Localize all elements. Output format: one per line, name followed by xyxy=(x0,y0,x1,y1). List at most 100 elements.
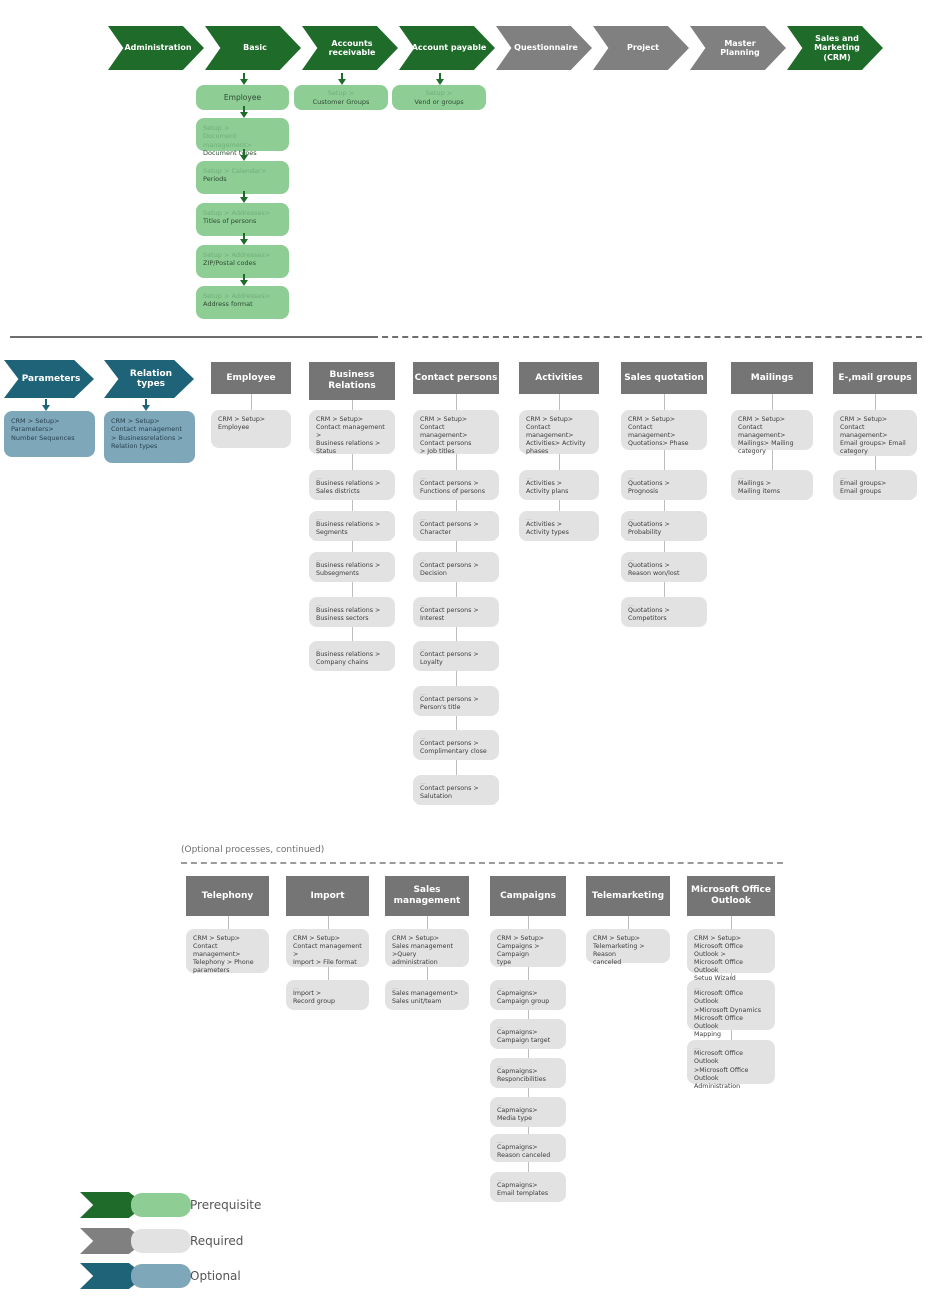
section3-connector-4-1 xyxy=(528,916,529,929)
account-payable-box[interactable]: Setup > Vend or groups xyxy=(392,85,486,110)
section2-box-5-3[interactable]: ... Quotations > Probability xyxy=(621,511,707,541)
basic-box-4[interactable]: Setup > Addresses> Titles of persons xyxy=(196,203,289,236)
section3-col-header-5[interactable]: Telemarketing xyxy=(586,876,670,916)
section2-box-7-1[interactable]: CRM > Setup> Contact management> Email gro… xyxy=(833,410,917,456)
section2-col-title-6: Mailings xyxy=(750,372,794,383)
section2-chevron-box-2[interactable]: CRM > Setup> Contact management > Business… xyxy=(104,411,195,463)
section2-box-6-2[interactable]: ... Mailings > Mailing items xyxy=(731,470,813,500)
section2-box-2-6[interactable]: ... Business relations > Company chains xyxy=(309,641,395,671)
section2-box-3-8[interactable]: ... Contact persons > Complimentary close xyxy=(413,730,499,760)
basic-box-2[interactable]: Setup > Document management> Document type… xyxy=(196,118,289,157)
accounts-receivable-box[interactable]: Setup > Customer Groups xyxy=(294,85,388,110)
section2-chevron-1[interactable]: Parameters xyxy=(4,360,94,398)
section2-box-2-5[interactable]: ... Business relations > Business sectors xyxy=(309,597,395,627)
section2-connector-2-4 xyxy=(352,541,353,552)
section3-box-1-1[interactable]: CRM > Setup> Contact management> Telephony… xyxy=(186,929,269,975)
section3-box-4-6[interactable]: ... Capmaigns> Reason canceled xyxy=(490,1134,566,1162)
section2-connector-3-9 xyxy=(456,760,457,775)
section2-col-header-3[interactable]: Contact persons xyxy=(413,362,499,394)
top-chevron-4[interactable]: Account payable xyxy=(399,26,495,70)
section2-col-header-2[interactable]: Business Relations xyxy=(309,362,395,400)
section3-box-4-5[interactable]: ... Capmaigns> Media type xyxy=(490,1097,566,1127)
top-chevron-3[interactable]: Accounts receivable xyxy=(302,26,398,70)
legend-box-1 xyxy=(131,1193,191,1217)
section3-connector-2-1 xyxy=(327,916,329,929)
section2-box-3-1[interactable]: CRM > Setup> Contact management> Contact p… xyxy=(413,410,499,455)
section3-box-2-2[interactable]: ... Import > Record group xyxy=(286,980,369,1010)
section2-chevron-box-1[interactable]: CRM > Setup> Parameters> Number Sequences xyxy=(4,411,95,457)
section2-box-5-4[interactable]: ... Quotations > Reason won/lost xyxy=(621,552,707,582)
section2-col-header-4[interactable]: Activities xyxy=(519,362,599,394)
section2-box-main-5-2: Quotations > Prognosis xyxy=(628,480,670,496)
section2-box-5-5[interactable]: ... Quotations > Competitors xyxy=(621,597,707,627)
section2-box-4-1[interactable]: CRM > Setup> Contact management> Activitie… xyxy=(519,410,599,455)
basic-box-6[interactable]: Setup > Addresses> Address format xyxy=(196,286,289,319)
section2-col-header-5[interactable]: Sales quotation xyxy=(621,362,707,394)
section2-connector-3-3 xyxy=(456,500,457,511)
section2-box-3-7[interactable]: ... Contact persons > Person's title xyxy=(413,686,499,716)
separator-solid xyxy=(10,336,372,338)
section3-box-6-1[interactable]: CRM > Setup> Microsoft Office Outlook > Mi… xyxy=(687,929,775,982)
legend-label-1: Prerequisite xyxy=(190,1198,262,1212)
optional-continued-caption: (Optional processes, continued) xyxy=(181,845,325,855)
section2-box-4-3[interactable]: ... Activities > Activity types xyxy=(519,511,599,541)
top-chevron-7[interactable]: Master Planning xyxy=(690,26,786,70)
section2-box-3-4[interactable]: ... Contact persons > Decision xyxy=(413,552,499,582)
section2-box-5-1[interactable]: CRM > Setup> Contact management> Quotation… xyxy=(621,410,707,450)
section3-box-main-1-1: CRM > Setup> Contact management> Telephony… xyxy=(193,935,254,975)
section3-box-3-2[interactable]: ... Sales management> Sales unit/team xyxy=(385,980,469,1010)
section3-col-header-2[interactable]: Import xyxy=(286,876,369,916)
section3-connector-4-6 xyxy=(528,1127,529,1134)
section2-box-3-6[interactable]: ... Contact persons > Loyalty xyxy=(413,641,499,671)
section2-box-6-1[interactable]: CRM > Setup> Contact management> Mailings>… xyxy=(731,410,813,455)
section2-box-2-2[interactable]: ... Business relations > Sales districts xyxy=(309,470,395,500)
section3-col-header-1[interactable]: Telephony xyxy=(186,876,269,916)
section2-connector-5-5 xyxy=(664,582,665,597)
section2-box-5-2[interactable]: ... Quotations > Prognosis xyxy=(621,470,707,500)
top-chevron-8[interactable]: Sales and Marketing (CRM) xyxy=(787,26,883,70)
section2-box-3-5[interactable]: ... Contact persons > Interest xyxy=(413,597,499,627)
section2-connector-2-2 xyxy=(352,454,353,470)
basic-box-pre-4: Setup > Addresses> xyxy=(203,209,271,217)
section3-box-4-3[interactable]: ... Capmaigns> Campaign target xyxy=(490,1019,566,1049)
section2-col-header-6[interactable]: Mailings xyxy=(731,362,813,394)
section2-box-3-3[interactable]: ... Contact persons > Character xyxy=(413,511,499,541)
section3-box-4-4[interactable]: ... Capmaigns> Responcibilities xyxy=(490,1058,566,1088)
section2-box-main-3-4: Contact persons > Decision xyxy=(420,562,479,578)
section2-box-3-9[interactable]: ... Contact persons > Salutation xyxy=(413,775,499,805)
section2-box-3-2[interactable]: ... Contact persons > Functions of persons xyxy=(413,470,499,500)
section3-box-4-1[interactable]: CRM > Setup> Campaigns > Campaign type xyxy=(490,929,566,967)
section3-box-6-2[interactable]: ... Microsoft Office Outlook >Microsoft Dy… xyxy=(687,980,775,1038)
section2-box-2-1[interactable]: CRM > Setup> Contact management > Business… xyxy=(309,410,395,455)
section3-box-5-1[interactable]: CRM > Setup> Telemarketing > Reason cancel… xyxy=(586,929,670,966)
top-chevron-1[interactable]: Administration xyxy=(108,26,204,70)
section3-col-header-6[interactable]: Microsoft Office Outlook xyxy=(687,876,775,916)
basic-box-3[interactable]: Setup > Calendar> Periods xyxy=(196,161,289,194)
section2-col-header-7[interactable]: E-,mail groups xyxy=(833,362,917,394)
section2-box-2-4[interactable]: ... Business relations > Subsegments xyxy=(309,552,395,582)
basic-box-main-3: Periods xyxy=(203,175,227,184)
top-chevron-label-1: Administration xyxy=(124,43,192,53)
section3-col-header-4[interactable]: Campaigns xyxy=(490,876,566,916)
section2-box-4-2[interactable]: ... Activities > Activity plans xyxy=(519,470,599,500)
section2-box-main-1-1: CRM > Setup> Employee xyxy=(218,416,266,432)
section3-connector-3-1 xyxy=(427,916,428,929)
top-chevron-2[interactable]: Basic xyxy=(205,26,301,70)
section2-box-1-1[interactable]: CRM > Setup> Employee xyxy=(211,410,291,448)
section3-box-4-7[interactable]: ... Capmaigns> Email templates xyxy=(490,1172,566,1202)
section2-chevron-2[interactable]: Relation types xyxy=(104,360,194,398)
section3-box-6-3[interactable]: ... Microsoft Office Outlook >Microsoft Of… xyxy=(687,1040,775,1090)
top-chevron-label-8: Sales and Marketing (CRM) xyxy=(814,34,860,62)
section3-box-2-1[interactable]: CRM > Setup> Contact management > Import >… xyxy=(286,929,369,967)
section2-box-2-3[interactable]: ... Business relations > Segments xyxy=(309,511,395,541)
section2-col-header-1[interactable]: Employee xyxy=(211,362,291,394)
section3-col-header-3[interactable]: Sales management xyxy=(385,876,469,916)
section2-connector-5-4 xyxy=(664,541,665,552)
section2-box-7-2[interactable]: ... Email groups> Email groups xyxy=(833,470,917,500)
top-chevron-6[interactable]: Project xyxy=(593,26,689,70)
section3-box-3-1[interactable]: CRM > Setup> Sales management >Query admin… xyxy=(385,929,469,967)
section2-chevron-box-main-1: CRM > Setup> Parameters> Number Sequences xyxy=(11,417,75,442)
section3-box-4-2[interactable]: ... Capmaigns> Campaign group xyxy=(490,980,566,1010)
top-chevron-5[interactable]: Questionnaire xyxy=(496,26,592,70)
section2-box-main-3-9: Contact persons > Salutation xyxy=(420,785,479,801)
